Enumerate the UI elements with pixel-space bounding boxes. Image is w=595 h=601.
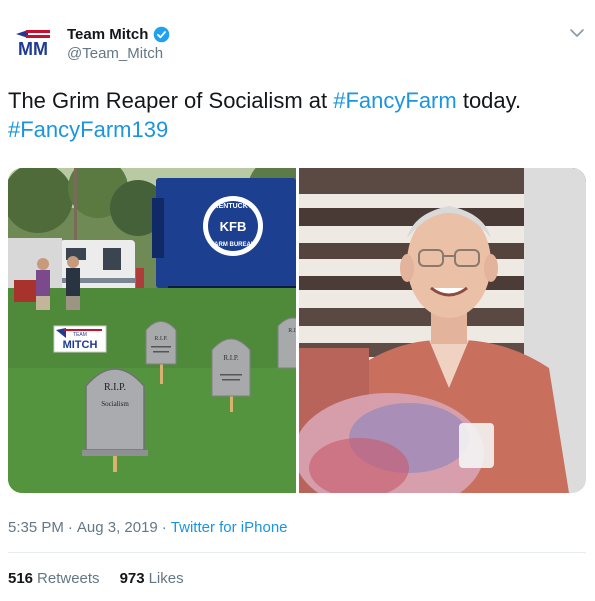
yard-sign-main-text: MITCH	[63, 339, 98, 351]
truck-sign-top-text: KENTUCKY	[214, 203, 253, 210]
display-name[interactable]: Team Mitch	[67, 26, 148, 43]
gravestone-title: R.I.P.	[223, 354, 239, 362]
gravestone-title: R.I.P.	[104, 382, 126, 393]
tweet-card: MM Team Mitch @Team_Mitch The Grim Reape…	[0, 0, 595, 601]
photo-man-smiling[interactable]	[299, 168, 586, 493]
retweets-stat[interactable]: 516 Retweets	[8, 570, 100, 587]
likes-label: Likes	[148, 570, 184, 587]
tweet-text-part: today.	[456, 88, 522, 113]
likes-count: 973	[119, 570, 145, 587]
separator-dot: ·	[67, 519, 73, 536]
divider	[8, 552, 586, 553]
photo-fancy-farm-lawn[interactable]: KENTUCKY KFB FARM BUREAU TEAM MITCH R.I.…	[8, 168, 296, 493]
tweet-date[interactable]: Aug 3, 2019	[77, 519, 158, 536]
tweet-text-part: The Grim Reaper of Socialism at	[8, 88, 334, 113]
likes-stat[interactable]: 973 Likes	[120, 570, 184, 587]
separator-dot: ·	[161, 519, 167, 536]
avatar-logo-text: MM	[18, 39, 48, 59]
yard-sign-small-text: TEAM	[73, 332, 87, 338]
gravestone-title: R.I.P.	[154, 336, 168, 342]
gravestone-title: R.I	[288, 328, 296, 334]
tweet-source-link[interactable]: Twitter for iPhone	[171, 519, 288, 536]
chevron-down-icon[interactable]	[568, 24, 586, 42]
hashtag-link[interactable]: #FancyFarm139	[8, 117, 168, 142]
author-name-row: Team Mitch	[67, 26, 170, 43]
media-grid: KENTUCKY KFB FARM BUREAU TEAM MITCH R.I.…	[8, 168, 586, 493]
verified-badge-icon	[154, 26, 170, 43]
retweets-count: 516	[8, 570, 34, 587]
tweet-timestamp: 5:35 PM · Aug 3, 2019 · Twitter for iPho…	[8, 519, 288, 536]
tweet-time[interactable]: 5:35 PM	[8, 519, 64, 536]
tweet-stats: 516 Retweets 973 Likes	[8, 570, 184, 587]
hashtag-link[interactable]: #FancyFarm	[333, 88, 456, 113]
tweet-text: The Grim Reaper of Socialism at #FancyFa…	[8, 86, 578, 144]
retweets-label: Retweets	[37, 570, 100, 587]
author-handle[interactable]: @Team_Mitch	[67, 45, 163, 62]
gravestone-text: Socialism	[101, 400, 129, 408]
avatar[interactable]: MM	[10, 22, 56, 68]
truck-sign-center-text: KFB	[220, 219, 247, 234]
truck-sign-bottom-text: FARM BUREAU	[211, 242, 255, 248]
